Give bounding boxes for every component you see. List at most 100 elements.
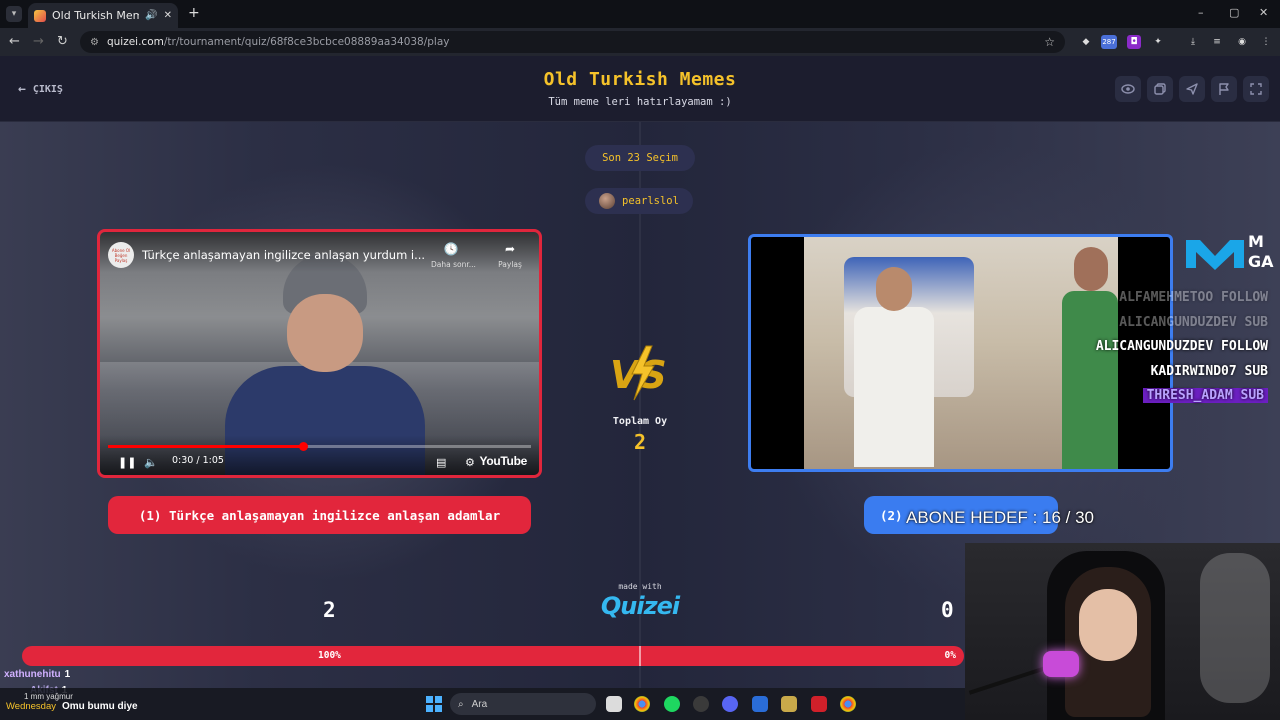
choice-left-button[interactable]: (1) Türkçe anlaşamayan ingilizce anlaşan… (108, 496, 531, 534)
extensions-puzzle-icon[interactable]: ✦ (1151, 35, 1165, 49)
fullscreen-icon[interactable] (1243, 76, 1269, 102)
share-arrow-icon: ➦ (504, 242, 516, 256)
made-with-label: made with (618, 582, 662, 591)
share-label: Paylaş (498, 260, 522, 269)
eye-icon[interactable] (1115, 76, 1141, 102)
quizei-favicon-icon (34, 9, 46, 22)
extension-badge-icon[interactable]: 287 (1101, 35, 1117, 49)
microphone-icon (1043, 651, 1079, 677)
minimize-button[interactable]: – (1198, 6, 1204, 19)
pause-icon[interactable]: ❚❚ (118, 456, 136, 469)
copy-icon[interactable] (1147, 76, 1173, 102)
round-label: Son 23 Seçim (602, 152, 678, 164)
share-button[interactable]: ➦ Paylaş (490, 242, 530, 269)
weather-text: 1 mm yağmur (24, 692, 73, 701)
search-icon: ⌕ (458, 698, 464, 710)
download-icon[interactable]: ⤓ (1186, 35, 1200, 49)
chat-text: 1 (64, 669, 71, 680)
channel-avatar[interactable]: Abone Ol Beğen Paylaş (108, 242, 134, 268)
speaker-icon[interactable]: 🔊 (145, 10, 157, 21)
url-host: quizei.com (106, 36, 164, 48)
new-tab-button[interactable]: + (188, 5, 200, 21)
watch-later-button[interactable]: 🕓 Daha sonr... (431, 242, 476, 269)
steam-icon[interactable] (752, 696, 768, 712)
stream-events-feed: ALFAMEHMETOO FOLLOW ALICANGUNDUZDEV SUB … (1096, 286, 1268, 409)
captions-icon[interactable]: ▤ (436, 456, 446, 469)
site-info-icon[interactable]: ⚙ (90, 37, 99, 48)
tab-search-menu-button[interactable]: ▾ (6, 6, 22, 22)
stream-brand-logo: M GA (1184, 232, 1280, 274)
riot-icon[interactable] (811, 696, 827, 712)
bookmark-star-icon[interactable]: ☆ (1044, 35, 1055, 49)
search-placeholder: Ara (471, 698, 488, 710)
streamer-webcam (965, 543, 1280, 720)
weather-widget[interactable]: 1 mm yağmur Wednesday Omu bumu diye (6, 692, 138, 712)
flag-icon[interactable] (1211, 76, 1237, 102)
windows-taskbar: 1 mm yağmur Wednesday Omu bumu diye ⌕ Ara (0, 688, 965, 720)
vote-share-bar: 100% 0% (22, 646, 964, 666)
yt-progress-bar[interactable] (108, 442, 531, 451)
obs-icon[interactable] (693, 696, 709, 712)
left-video-player[interactable]: Abone Ol Beğen Paylaş Türkçe anlaşamayan… (97, 229, 542, 478)
address-bar-row: ← → ↻ ⚙ quizei.com/tr/tournament/quiz/68… (0, 28, 1280, 56)
league-icon[interactable] (781, 696, 797, 712)
browser-menu-icon[interactable]: ⋮ (1259, 35, 1273, 49)
quiz-title: Old Turkish Memes (543, 69, 737, 90)
yt-video-title[interactable]: Türkçe anlaşamayan ingilizce anlaşan yur… (142, 248, 425, 262)
back-arrow-icon[interactable]: ← (9, 34, 20, 49)
event-item: ALICANGUNDUZDEV FOLLOW (1095, 339, 1268, 354)
watch-later-label: Daha sonr... (431, 260, 476, 269)
chrome-icon[interactable] (634, 696, 650, 712)
youtube-logo[interactable]: YouTube (480, 454, 528, 468)
yt-bottom-overlay (100, 435, 539, 475)
chat-message: xathunehitu 1 (4, 669, 70, 680)
volume-icon[interactable]: 🔈 (144, 456, 158, 469)
event-item: ALFAMEHMETOO FOLLOW (1119, 290, 1268, 305)
send-icon[interactable] (1179, 76, 1205, 102)
spotify-icon[interactable] (664, 696, 680, 712)
chat-user: xathunehitu (4, 669, 61, 680)
clock-icon: 🕓 (443, 242, 459, 256)
right-video-frame (804, 237, 1118, 469)
taskbar-search[interactable]: ⌕ Ara (450, 693, 596, 715)
total-votes-label: Toplam Oy (612, 416, 668, 427)
event-item: KADIRWIND07 SUB (1150, 363, 1268, 379)
yt-scrubber[interactable] (298, 442, 308, 451)
chat-text: Omu bumu diye (62, 701, 138, 712)
avatar (599, 193, 616, 209)
brand-m-icon (1186, 240, 1244, 270)
maximize-button[interactable]: ▢ (1229, 6, 1239, 19)
profile-icon[interactable]: ◉ (1235, 35, 1249, 49)
user-name: pearlslol (622, 195, 679, 207)
right-score: 0 (941, 598, 954, 622)
reload-icon[interactable]: ↻ (57, 34, 68, 49)
quiz-header: ← ÇIKIŞ Old Turkish Memes Tüm meme leri … (0, 56, 1280, 122)
taskview-icon[interactable] (606, 696, 622, 712)
user-pill: pearlslol (585, 188, 693, 214)
url-field[interactable]: ⚙ quizei.com/tr/tournament/quiz/68f8ce3b… (80, 31, 1065, 53)
brand-text-line2: GA (1248, 252, 1274, 271)
weather-day: Wednesday (6, 701, 56, 712)
brand-text-line1: M (1248, 232, 1264, 251)
vote-bar-midline (639, 646, 641, 666)
quizei-logo[interactable]: Quizei (580, 592, 700, 620)
event-item: ALICANGUNDUZDEV SUB (1119, 314, 1268, 330)
browser-tab[interactable]: Old Turkish Memes - Tier L 🔊 ✕ (28, 3, 178, 28)
close-tab-icon[interactable]: ✕ (164, 10, 172, 21)
vs-bolt-icon: VS (610, 345, 667, 401)
tab-title: Old Turkish Memes - Tier L (52, 9, 140, 22)
close-window-button[interactable]: ✕ (1259, 6, 1268, 19)
extension-diamond-icon[interactable]: ◆ (1079, 35, 1093, 49)
settings-gear-icon[interactable]: ⚙ (465, 456, 475, 469)
forward-arrow-icon[interactable]: → (33, 34, 44, 49)
windows-start-icon[interactable] (426, 696, 442, 712)
url-path: /tr/tournament/quiz/68f8ce3bcbce08889aa3… (163, 36, 450, 48)
chrome-active-icon[interactable] (840, 696, 856, 712)
discord-icon[interactable] (722, 696, 738, 712)
round-pill: Son 23 Seçim (585, 145, 695, 171)
quiz-subtitle: Tüm meme leri hatırlayamam :) (548, 96, 732, 108)
reading-list-icon[interactable]: ≡ (1210, 35, 1224, 49)
left-score: 2 (323, 598, 336, 622)
event-item-highlight: THRESH_ADAM SUB (1142, 388, 1268, 403)
extension-purple-icon[interactable]: ◘ (1127, 35, 1141, 49)
